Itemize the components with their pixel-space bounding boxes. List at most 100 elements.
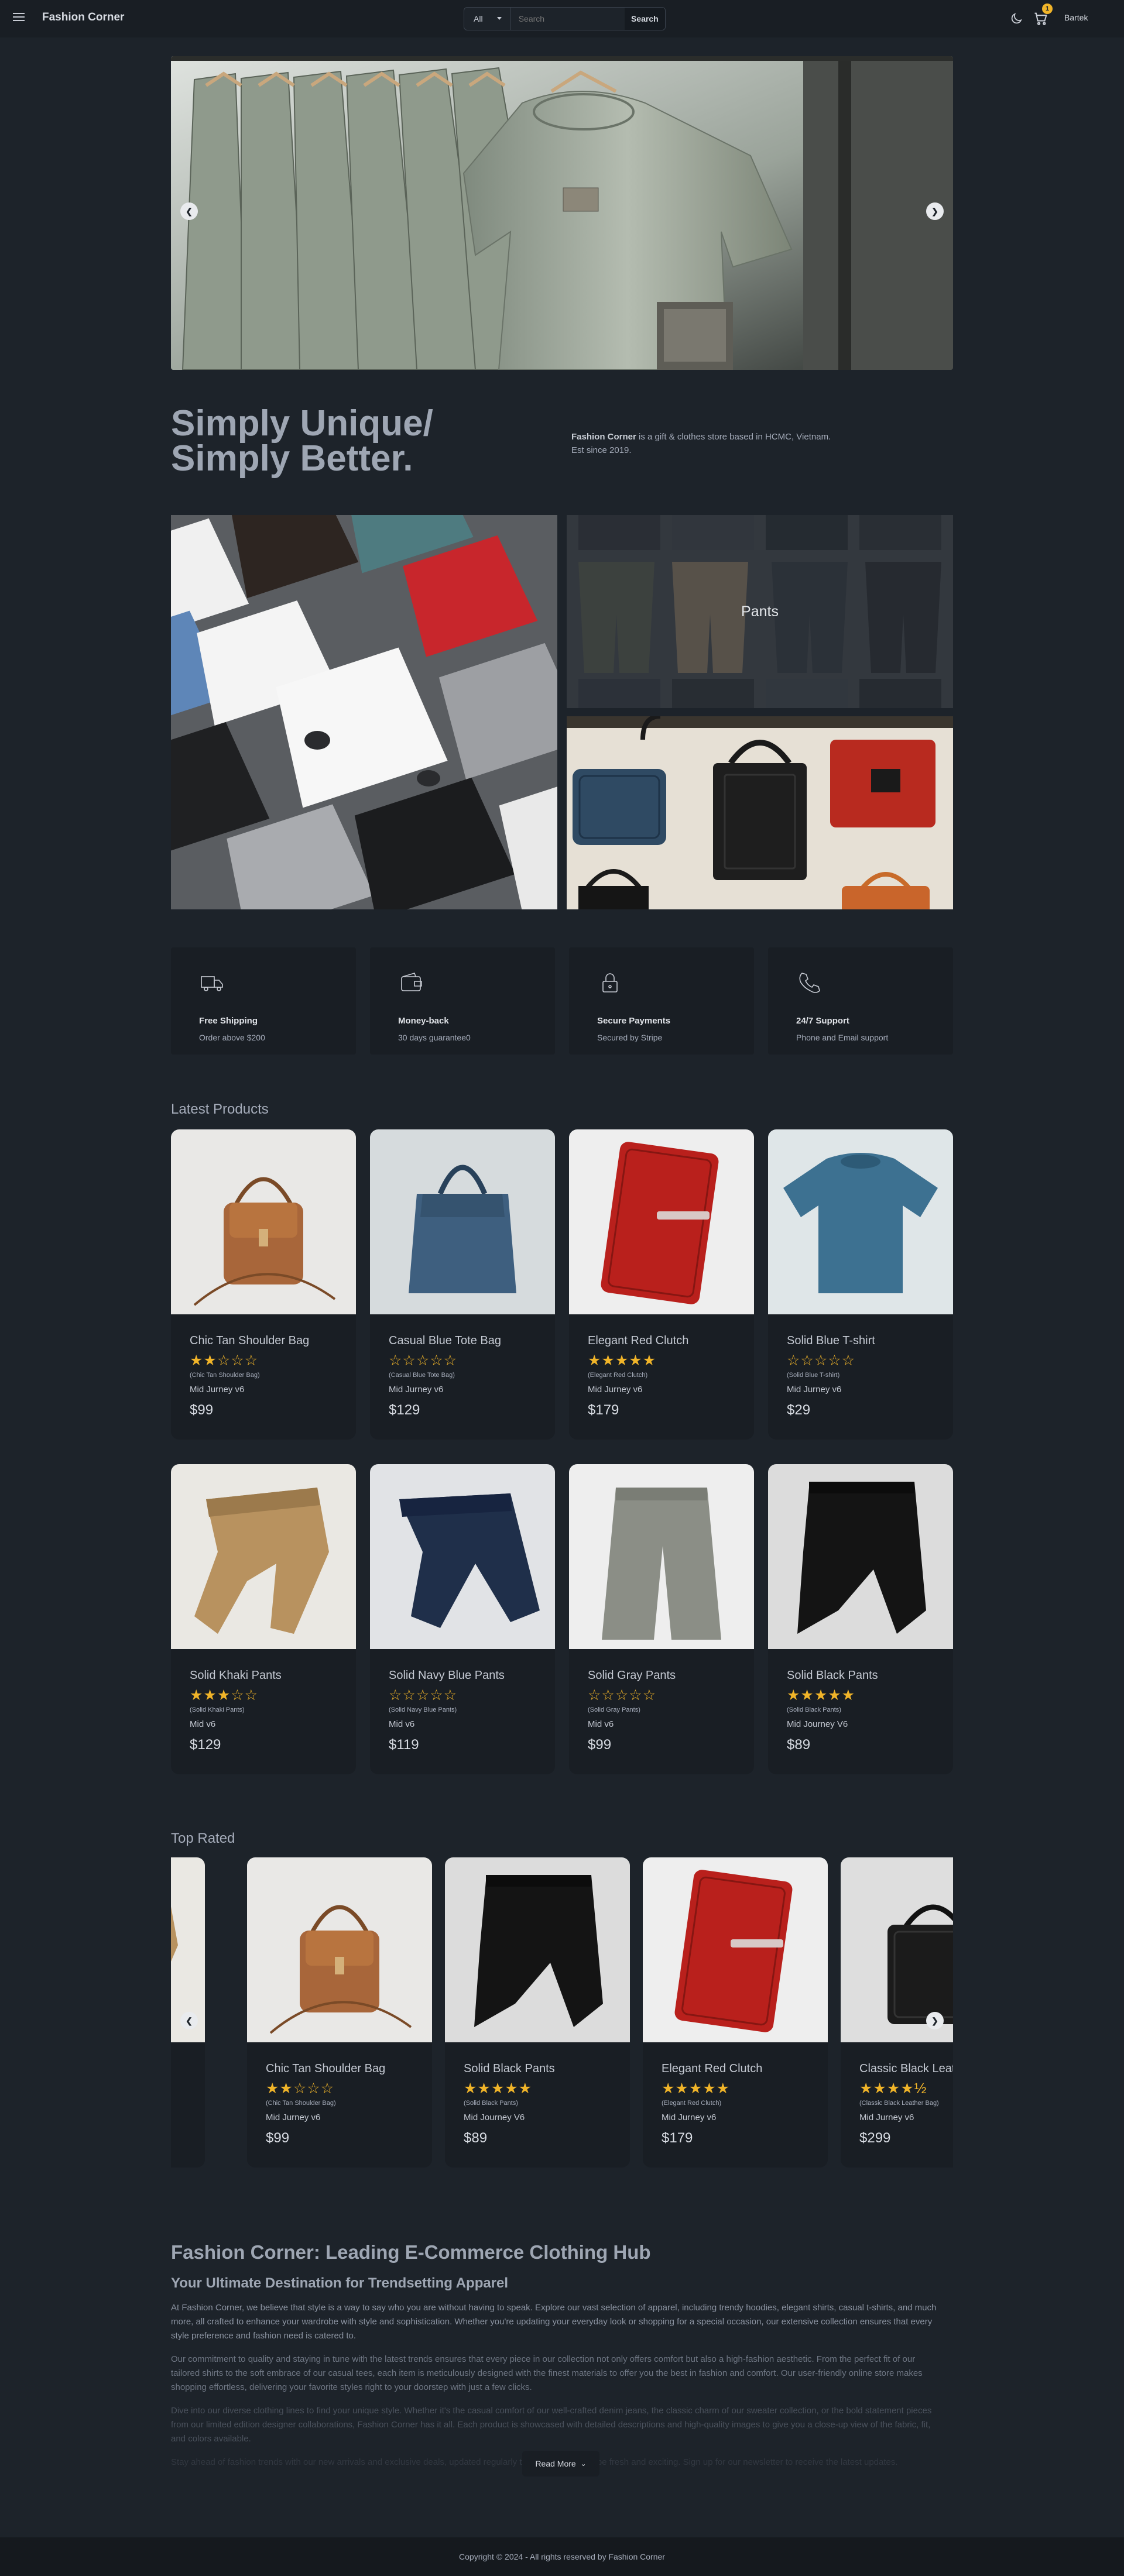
product-price: $99 bbox=[266, 2130, 290, 2146]
product-card[interactable]: Solid Black Pants ★★★★★ (Solid Black Pan… bbox=[768, 1464, 953, 1774]
product-image bbox=[768, 1464, 953, 1649]
star-rating: ☆☆☆☆☆ bbox=[389, 1352, 458, 1369]
top-rated-title: Top Rated bbox=[171, 1830, 235, 1846]
product-price: $99 bbox=[190, 1402, 214, 1418]
hero-prev-button[interactable]: ❮ bbox=[180, 202, 198, 220]
product-alt-text: (Solid Khaki Pants) bbox=[190, 1706, 245, 1713]
hero-next-button[interactable]: ❯ bbox=[926, 202, 944, 220]
product-alt-text: (Solid Black Pants) bbox=[787, 1706, 841, 1713]
read-more-label: Read More bbox=[535, 2459, 576, 2468]
star-rating: ★★★★★ bbox=[464, 2080, 533, 2097]
product-card[interactable]: Solid Khaki Pants ★★★☆☆ (Solid Khaki Pan… bbox=[171, 1464, 356, 1774]
product-card[interactable]: Chic Tan Shoulder Bag ★★☆☆☆ (Chic Tan Sh… bbox=[247, 1857, 432, 2168]
search-button[interactable]: Search bbox=[624, 8, 665, 30]
product-image bbox=[569, 1464, 754, 1649]
page-headline: Simply Unique/ Simply Better. bbox=[171, 403, 433, 477]
category-tile-pants[interactable]: Pants bbox=[567, 515, 953, 708]
feature-title: Free Shipping bbox=[199, 1016, 258, 1026]
product-name: Solid Navy Blue Pants bbox=[389, 1669, 505, 1682]
top-rated-prev-button[interactable]: ❮ bbox=[180, 2012, 198, 2029]
product-name: Casual Blue Tote Bag bbox=[389, 1334, 501, 1347]
product-image bbox=[171, 1129, 356, 1314]
product-price: $129 bbox=[171, 2130, 186, 2146]
product-brand: Mid Jurney v6 bbox=[190, 1385, 245, 1395]
navbar: Fashion Corner All Search 1 Bartek bbox=[0, 0, 1124, 37]
feature-card-shipping: Free Shipping Order above $200 bbox=[171, 947, 356, 1055]
product-price: $129 bbox=[389, 1402, 420, 1418]
category-tile-bags[interactable] bbox=[567, 716, 953, 909]
product-card[interactable]: Solid Gray Pants ☆☆☆☆☆ (Solid Gray Pants… bbox=[569, 1464, 754, 1774]
product-image bbox=[569, 1129, 754, 1314]
copyright-text: Copyright © 2024 - All rights reserved b… bbox=[459, 2552, 665, 2561]
feature-card-support: 24/7 Support Phone and Email support bbox=[768, 947, 953, 1055]
product-alt-text: (Solid Navy Blue Pants) bbox=[389, 1706, 457, 1713]
star-rating: ★★★★★ bbox=[662, 2080, 731, 2097]
product-image bbox=[643, 1857, 828, 2042]
product-card[interactable]: Elegant Red Clutch ★★★★★ (Elegant Red Cl… bbox=[569, 1129, 754, 1440]
product-alt-text: (Solid Khaki Pants) bbox=[171, 2100, 186, 2107]
top-rated-carousel: Solid Khaki Pants ★★★☆☆ (Solid Khaki Pan… bbox=[171, 1857, 953, 2173]
star-rating: ☆☆☆☆☆ bbox=[787, 1352, 856, 1369]
hamburger-menu-icon[interactable] bbox=[11, 11, 27, 27]
cart-count-badge: 1 bbox=[1042, 4, 1053, 14]
feature-title: 24/7 Support bbox=[796, 1016, 849, 1026]
product-card[interactable]: Chic Tan Shoulder Bag ★★☆☆☆ (Chic Tan Sh… bbox=[171, 1129, 356, 1440]
product-image bbox=[247, 1857, 432, 2042]
chevron-down-icon bbox=[496, 17, 502, 20]
product-brand: Mid Jurney v6 bbox=[588, 1385, 643, 1395]
user-menu[interactable]: Bartek bbox=[1064, 13, 1088, 22]
product-name: Solid Black Pants bbox=[464, 2062, 555, 2075]
star-rating: ★★☆☆☆ bbox=[190, 1352, 259, 1369]
star-rating: ☆☆☆☆☆ bbox=[588, 1687, 657, 1703]
moon-icon[interactable] bbox=[1009, 12, 1023, 26]
product-card[interactable]: Elegant Red Clutch ★★★★★ (Elegant Red Cl… bbox=[643, 1857, 828, 2168]
category-tile-tshirts[interactable] bbox=[171, 515, 557, 909]
headline-line-1: Simply Unique/ bbox=[171, 403, 433, 444]
search-category-select[interactable]: All bbox=[464, 8, 510, 30]
seo-paragraph: At Fashion Corner, we believe that style… bbox=[171, 2303, 937, 2341]
product-brand: Mid Jurney v6 bbox=[662, 2113, 717, 2122]
product-card[interactable]: Solid Blue T-shirt ☆☆☆☆☆ (Solid Blue T-s… bbox=[768, 1129, 953, 1440]
site-brand[interactable]: Fashion Corner bbox=[42, 11, 124, 24]
product-alt-text: (Classic Black Leather Bag) bbox=[859, 2100, 939, 2107]
product-name: Elegant Red Clutch bbox=[662, 2062, 763, 2075]
product-card[interactable]: Solid Black Pants ★★★★★ (Solid Black Pan… bbox=[445, 1857, 630, 2168]
feature-subtitle: Phone and Email support bbox=[796, 1033, 889, 1042]
product-alt-text: (Elegant Red Clutch) bbox=[588, 1372, 648, 1379]
search-input[interactable] bbox=[510, 8, 625, 30]
intro-brand: Fashion Corner bbox=[571, 432, 636, 442]
feature-card-payments: Secure Payments Secured by Stripe bbox=[569, 947, 754, 1055]
product-name: Classic Black Leather Bag bbox=[859, 2062, 953, 2075]
category-label-pants: Pants bbox=[567, 515, 953, 708]
feature-title: Money-back bbox=[398, 1016, 449, 1026]
top-rated-next-button[interactable]: ❯ bbox=[926, 2012, 944, 2029]
product-name: Solid Gray Pants bbox=[588, 1669, 676, 1682]
product-image bbox=[445, 1857, 630, 2042]
wallet-icon bbox=[401, 973, 422, 991]
product-alt-text: (Elegant Red Clutch) bbox=[662, 2100, 722, 2107]
star-rating: ★★★★½ bbox=[859, 2080, 927, 2097]
star-rating: ☆☆☆☆☆ bbox=[389, 1687, 458, 1703]
star-rating: ★★★☆☆ bbox=[190, 1687, 259, 1703]
read-more-button[interactable]: Read More ⌄ bbox=[522, 2451, 599, 2477]
product-alt-text: (Chic Tan Shoulder Bag) bbox=[190, 1372, 260, 1379]
product-name: Chic Tan Shoulder Bag bbox=[266, 2062, 386, 2075]
product-price: $179 bbox=[588, 1402, 619, 1418]
feature-subtitle: Secured by Stripe bbox=[597, 1033, 663, 1042]
product-name: Solid Blue T-shirt bbox=[787, 1334, 875, 1347]
product-price: $179 bbox=[662, 2130, 693, 2146]
lock-icon bbox=[602, 973, 618, 992]
product-card[interactable]: Casual Blue Tote Bag ☆☆☆☆☆ (Casual Blue … bbox=[370, 1129, 555, 1440]
seo-heading: Fashion Corner: Leading E-Commerce Cloth… bbox=[171, 2241, 651, 2263]
product-card[interactable]: Solid Navy Blue Pants ☆☆☆☆☆ (Solid Navy … bbox=[370, 1464, 555, 1774]
product-price: $29 bbox=[787, 1402, 811, 1418]
product-name: Solid Khaki Pants bbox=[171, 2062, 186, 2076]
seo-paragraph: Our commitment to quality and staying in… bbox=[171, 2354, 923, 2392]
footer: Copyright © 2024 - All rights reserved b… bbox=[0, 2537, 1124, 2576]
product-alt-text: (Solid Black Pants) bbox=[464, 2100, 518, 2107]
feature-card-moneyback: Money-back 30 days guarantee0 bbox=[370, 947, 555, 1055]
product-price: $299 bbox=[859, 2130, 891, 2146]
product-brand: Mid Jurney v6 bbox=[859, 2113, 914, 2122]
product-brand: Mid v6 bbox=[190, 1719, 216, 1729]
search-bar: All Search bbox=[464, 7, 666, 30]
